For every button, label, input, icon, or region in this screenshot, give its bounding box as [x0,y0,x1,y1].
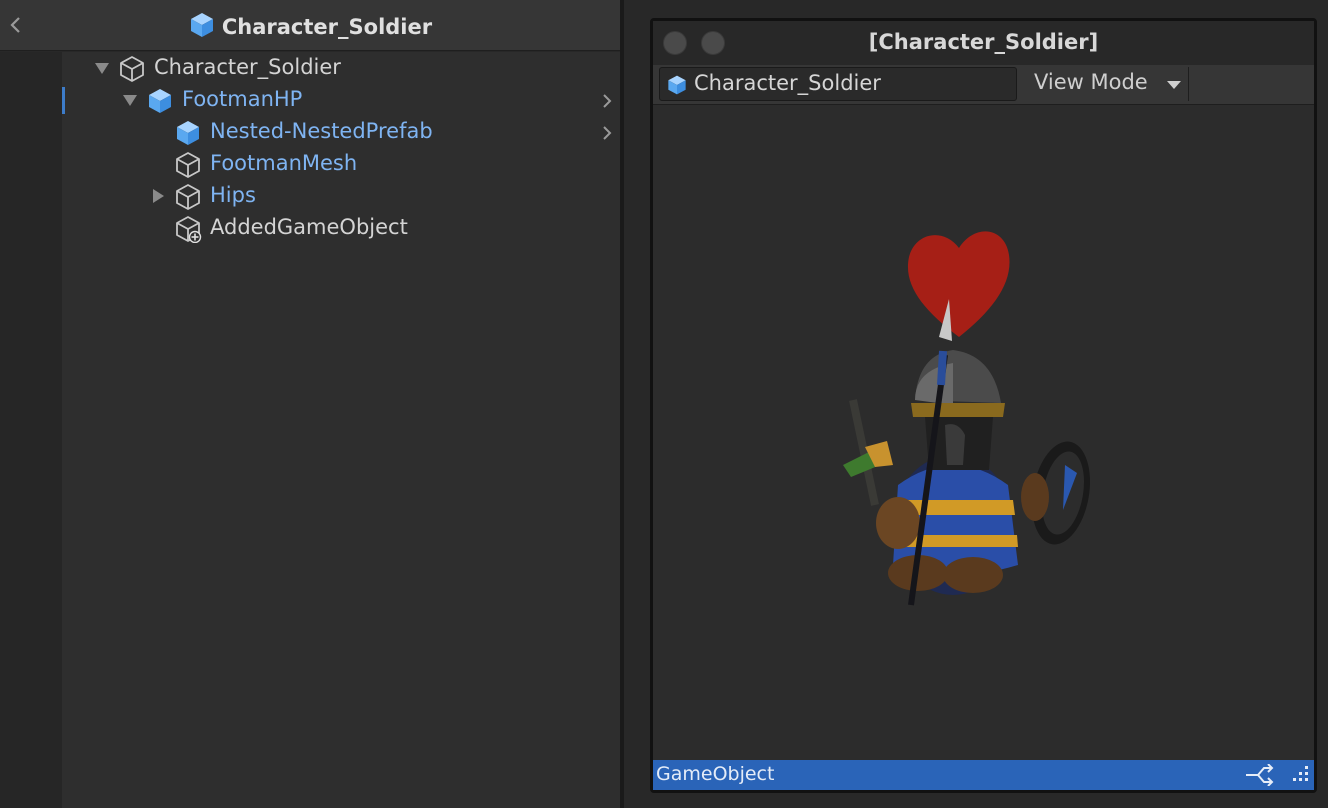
gameobject-icon [120,56,144,82]
hierarchy-header: Character_Soldier [0,0,620,51]
tree-row-nested-nestedprefab[interactable]: Nested-NestedPrefab [62,116,620,148]
caret-down-icon [1167,81,1181,89]
preview-status-bar: GameObject [653,760,1314,790]
tree-row-character-soldier[interactable]: Character_Soldier [62,52,620,84]
tree-row-label: Character_Soldier [154,55,341,79]
tree-row-label: FootmanMesh [210,151,358,175]
window-titlebar[interactable]: [Character_Soldier] [653,21,1314,65]
tree-row-label: FootmanHP [182,87,303,111]
added-gameobject-icon [176,216,202,243]
prefab-icon [149,89,171,113]
hierarchy-title: Character_Soldier [0,11,620,39]
preview-viewport[interactable] [653,105,1314,760]
view-mode-label: View Mode [1034,70,1148,94]
fold-collapsed-icon[interactable] [150,188,166,204]
heart-health-icon [907,231,1010,337]
object-field[interactable]: Character_Soldier [659,67,1017,101]
split-branch-icon[interactable] [1244,764,1276,786]
hierarchy-tree: Character_Soldier FootmanHP Nested-Neste… [62,52,620,808]
tree-row-label: AddedGameObject [210,215,408,239]
fold-expanded-icon[interactable] [122,92,138,108]
prefab-icon [190,13,213,37]
object-field-label: Character_Soldier [694,71,881,95]
prefab-icon [177,121,199,145]
fold-expanded-icon[interactable] [94,60,110,76]
view-mode-dropdown[interactable]: View Mode [1025,67,1189,101]
status-label: GameObject [656,763,775,785]
chevron-right-icon[interactable] [600,92,614,110]
preview-toolbar: Character_Soldier View Mode [653,65,1314,105]
hierarchy-title-text: Character_Soldier [221,15,433,39]
chevron-right-icon[interactable] [600,124,614,142]
tree-row-label: Nested-NestedPrefab [210,119,433,143]
tree-row-footmanmesh[interactable]: FootmanMesh [62,148,620,180]
panel-divider[interactable] [620,0,624,808]
tree-row-footmanhp[interactable]: FootmanHP [62,84,620,116]
prefab-icon [668,75,686,95]
sword-shape [843,399,893,506]
gameobject-icon [176,152,200,178]
tree-row-label: Hips [210,183,256,207]
shield-shape [1021,441,1091,545]
character-soldier-model [843,231,1091,606]
hierarchy-gutter [0,52,62,808]
tree-row-addedgameobject[interactable]: AddedGameObject [62,212,620,244]
window-title: [Character_Soldier] [868,30,1099,54]
gameobject-icon [176,184,200,210]
tree-row-hips[interactable]: Hips [62,180,620,212]
resize-grip-icon[interactable] [1288,764,1310,786]
prefab-preview-window: [Character_Soldier] Character_Soldier Vi… [650,18,1317,793]
hierarchy-panel: Character_Soldier Character_Soldier Foot… [0,0,620,808]
